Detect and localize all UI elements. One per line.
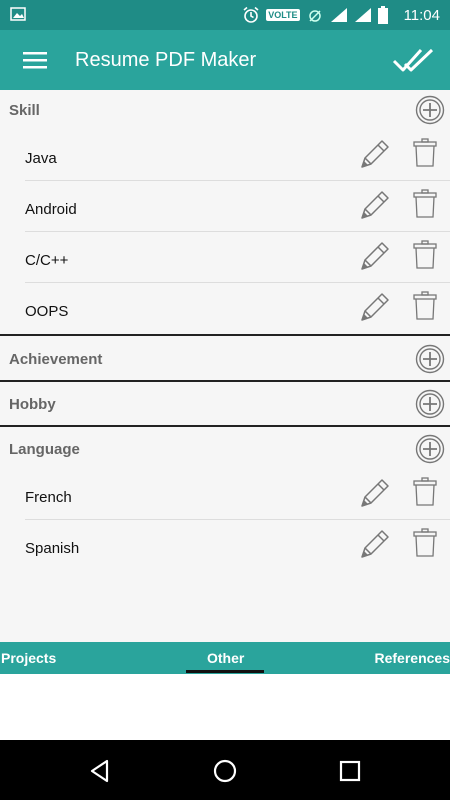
delete-trash-icon[interactable] [413, 291, 437, 321]
edit-pencil-icon[interactable] [357, 477, 391, 511]
section-divider [0, 380, 450, 382]
item-divider [25, 519, 450, 520]
content-list: Skill Java Android C/C++ OOPS Achievemen… [0, 90, 450, 642]
status-time: 11:04 [403, 6, 440, 24]
tab-references[interactable]: References [375, 650, 450, 666]
skill-item-oops[interactable]: OOPS [25, 303, 68, 320]
edit-pencil-icon[interactable] [357, 240, 391, 274]
language-item-french[interactable]: French [25, 489, 72, 506]
add-skill-button[interactable] [415, 95, 445, 125]
volte-badge: VOLTE [266, 9, 300, 21]
delete-trash-icon[interactable] [413, 138, 437, 168]
lte-icon [308, 10, 321, 22]
section-title-achievement: Achievement [9, 351, 103, 368]
skill-item-cpp[interactable]: C/C++ [25, 252, 68, 269]
delete-trash-icon[interactable] [413, 240, 437, 270]
item-divider [25, 180, 450, 181]
delete-trash-icon[interactable] [413, 189, 437, 219]
home-icon[interactable] [212, 758, 238, 784]
section-title-skill: Skill [9, 102, 40, 119]
section-title-language: Language [9, 441, 80, 458]
language-item-spanish[interactable]: Spanish [25, 540, 79, 557]
back-icon[interactable] [87, 758, 113, 784]
signal-icon [330, 8, 347, 22]
edit-pencil-icon[interactable] [357, 528, 391, 562]
add-hobby-button[interactable] [415, 389, 445, 419]
double-check-icon[interactable] [392, 44, 436, 76]
tab-projects[interactable]: Projects [1, 650, 56, 666]
section-divider [0, 425, 450, 427]
add-achievement-button[interactable] [415, 344, 445, 374]
app-title: Resume PDF Maker [75, 49, 257, 71]
system-nav-bar [0, 740, 450, 800]
item-divider [25, 282, 450, 283]
section-divider [0, 334, 450, 336]
section-title-hobby: Hobby [9, 396, 56, 413]
hamburger-menu-icon[interactable] [20, 48, 50, 72]
delete-trash-icon[interactable] [413, 528, 437, 558]
signal-icon [354, 8, 371, 22]
alarm-icon [243, 6, 259, 23]
delete-trash-icon[interactable] [413, 477, 437, 507]
status-bar: VOLTE 11:04 [0, 0, 450, 30]
active-tab-indicator [186, 670, 264, 673]
app-bar: Resume PDF Maker [0, 30, 450, 90]
skill-item-java[interactable]: Java [25, 150, 57, 167]
edit-pencil-icon[interactable] [357, 138, 391, 172]
skill-item-android[interactable]: Android [25, 201, 77, 218]
add-language-button[interactable] [415, 434, 445, 464]
item-divider [25, 231, 450, 232]
battery-icon [377, 6, 388, 24]
empty-area [0, 674, 450, 740]
edit-pencil-icon[interactable] [357, 291, 391, 325]
edit-pencil-icon[interactable] [357, 189, 391, 223]
tab-other[interactable]: Other [207, 650, 244, 666]
image-icon [10, 7, 26, 21]
recents-icon[interactable] [337, 758, 363, 784]
bottom-tab-bar: Projects Other References [0, 642, 450, 674]
